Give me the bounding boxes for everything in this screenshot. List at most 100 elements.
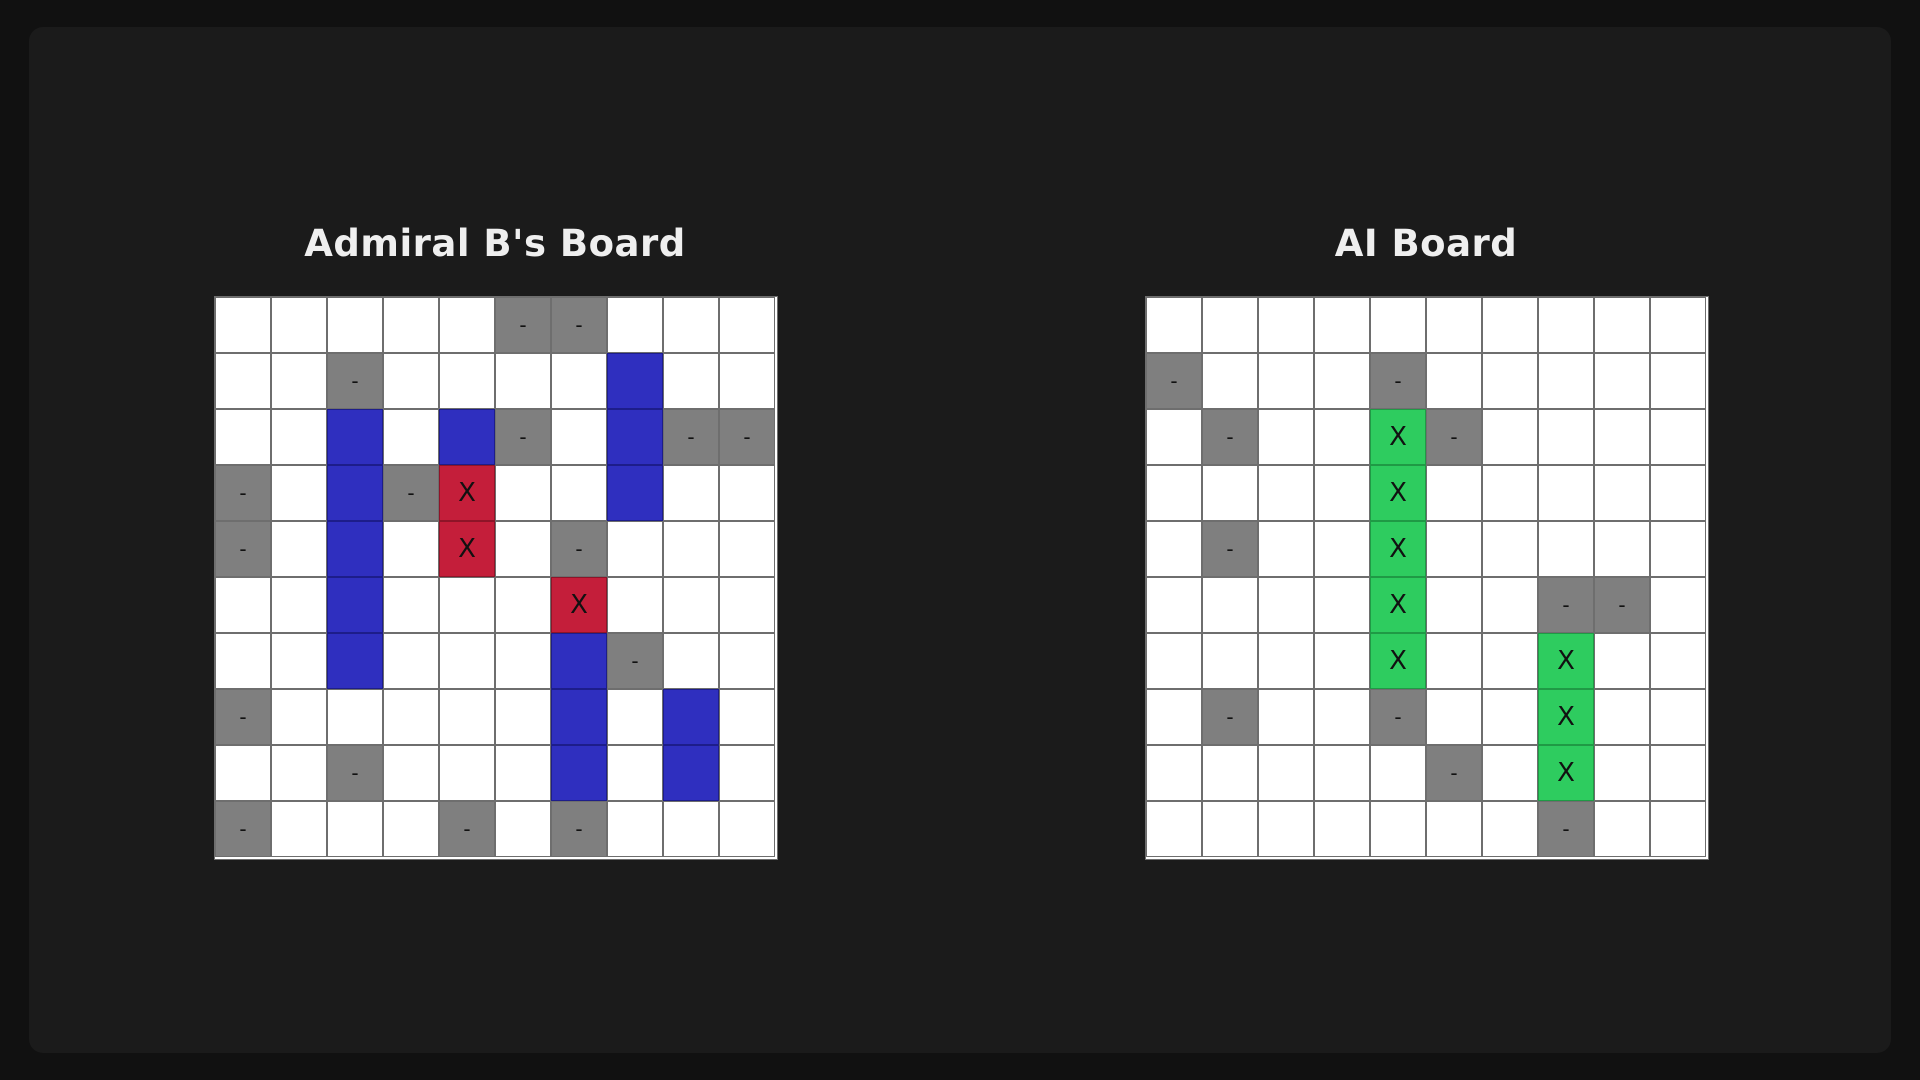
ai-cell-G4-empty[interactable] bbox=[1314, 633, 1370, 689]
player-cell-E5-hit[interactable]: X bbox=[439, 521, 495, 577]
player-cell-J3-empty[interactable] bbox=[327, 801, 383, 857]
ai-cell-J8-miss[interactable]: - bbox=[1538, 801, 1594, 857]
player-cell-D5-hit[interactable]: X bbox=[439, 465, 495, 521]
player-cell-E9-empty[interactable] bbox=[663, 521, 719, 577]
ai-cell-E2-miss[interactable]: - bbox=[1202, 521, 1258, 577]
player-cell-D8-ship[interactable] bbox=[607, 465, 663, 521]
ai-cell-F9-miss[interactable]: - bbox=[1594, 577, 1650, 633]
player-cell-B10-empty[interactable] bbox=[719, 353, 775, 409]
ai-cell-I5-empty[interactable] bbox=[1370, 745, 1426, 801]
player-cell-I10-empty[interactable] bbox=[719, 745, 775, 801]
ai-cell-E7-empty[interactable] bbox=[1482, 521, 1538, 577]
player-cell-I1-empty[interactable] bbox=[215, 745, 271, 801]
player-cell-E1-miss[interactable]: - bbox=[215, 521, 271, 577]
ai-cell-F3-empty[interactable] bbox=[1258, 577, 1314, 633]
ai-cell-A10-empty[interactable] bbox=[1650, 297, 1706, 353]
ai-cell-J2-empty[interactable] bbox=[1202, 801, 1258, 857]
player-cell-I5-empty[interactable] bbox=[439, 745, 495, 801]
ai-cell-B4-empty[interactable] bbox=[1314, 353, 1370, 409]
ai-cell-J10-empty[interactable] bbox=[1650, 801, 1706, 857]
ai-cell-A1-empty[interactable] bbox=[1146, 297, 1202, 353]
ai-cell-B10-empty[interactable] bbox=[1650, 353, 1706, 409]
ai-cell-B5-miss[interactable]: - bbox=[1370, 353, 1426, 409]
player-cell-A3-empty[interactable] bbox=[327, 297, 383, 353]
ai-cell-F2-empty[interactable] bbox=[1202, 577, 1258, 633]
ai-cell-I9-empty[interactable] bbox=[1594, 745, 1650, 801]
ai-cell-I2-empty[interactable] bbox=[1202, 745, 1258, 801]
player-cell-I8-empty[interactable] bbox=[607, 745, 663, 801]
ai-cell-C2-miss[interactable]: - bbox=[1202, 409, 1258, 465]
player-cell-G7-ship[interactable] bbox=[551, 633, 607, 689]
player-cell-C8-ship[interactable] bbox=[607, 409, 663, 465]
ai-cell-A3-empty[interactable] bbox=[1258, 297, 1314, 353]
ai-cell-B6-empty[interactable] bbox=[1426, 353, 1482, 409]
ai-cell-D6-empty[interactable] bbox=[1426, 465, 1482, 521]
ai-cell-J6-empty[interactable] bbox=[1426, 801, 1482, 857]
player-cell-G5-empty[interactable] bbox=[439, 633, 495, 689]
player-cell-A4-empty[interactable] bbox=[383, 297, 439, 353]
player-cell-H5-empty[interactable] bbox=[439, 689, 495, 745]
ai-cell-C8-empty[interactable] bbox=[1538, 409, 1594, 465]
ai-cell-J3-empty[interactable] bbox=[1258, 801, 1314, 857]
ai-cell-E4-empty[interactable] bbox=[1314, 521, 1370, 577]
ai-cell-B7-empty[interactable] bbox=[1482, 353, 1538, 409]
ai-cell-B3-empty[interactable] bbox=[1258, 353, 1314, 409]
ai-cell-H7-empty[interactable] bbox=[1482, 689, 1538, 745]
ai-cell-F4-empty[interactable] bbox=[1314, 577, 1370, 633]
player-cell-A5-empty[interactable] bbox=[439, 297, 495, 353]
player-cell-E10-empty[interactable] bbox=[719, 521, 775, 577]
player-cell-G3-ship[interactable] bbox=[327, 633, 383, 689]
ai-cell-H6-empty[interactable] bbox=[1426, 689, 1482, 745]
ai-cell-I6-miss[interactable]: - bbox=[1426, 745, 1482, 801]
ai-cell-A2-empty[interactable] bbox=[1202, 297, 1258, 353]
ai-cell-F6-empty[interactable] bbox=[1426, 577, 1482, 633]
player-cell-J2-empty[interactable] bbox=[271, 801, 327, 857]
player-cell-C3-ship[interactable] bbox=[327, 409, 383, 465]
player-cell-B6-empty[interactable] bbox=[495, 353, 551, 409]
ai-cell-H2-miss[interactable]: - bbox=[1202, 689, 1258, 745]
ai-cell-G2-empty[interactable] bbox=[1202, 633, 1258, 689]
ai-cell-C3-empty[interactable] bbox=[1258, 409, 1314, 465]
player-cell-D4-miss[interactable]: - bbox=[383, 465, 439, 521]
ai-cell-I8-sunk[interactable]: X bbox=[1538, 745, 1594, 801]
player-cell-J9-empty[interactable] bbox=[663, 801, 719, 857]
player-cell-F4-empty[interactable] bbox=[383, 577, 439, 633]
player-cell-C2-empty[interactable] bbox=[271, 409, 327, 465]
player-cell-G1-empty[interactable] bbox=[215, 633, 271, 689]
ai-cell-D9-empty[interactable] bbox=[1594, 465, 1650, 521]
player-cell-G10-empty[interactable] bbox=[719, 633, 775, 689]
ai-cell-A4-empty[interactable] bbox=[1314, 297, 1370, 353]
player-cell-E4-empty[interactable] bbox=[383, 521, 439, 577]
ai-cell-A5-empty[interactable] bbox=[1370, 297, 1426, 353]
player-cell-I9-ship[interactable] bbox=[663, 745, 719, 801]
player-cell-A8-empty[interactable] bbox=[607, 297, 663, 353]
ai-cell-J1-empty[interactable] bbox=[1146, 801, 1202, 857]
player-cell-H7-ship[interactable] bbox=[551, 689, 607, 745]
ai-cell-E3-empty[interactable] bbox=[1258, 521, 1314, 577]
player-cell-D10-empty[interactable] bbox=[719, 465, 775, 521]
player-cell-C1-empty[interactable] bbox=[215, 409, 271, 465]
ai-cell-G9-empty[interactable] bbox=[1594, 633, 1650, 689]
player-cell-F7-hit[interactable]: X bbox=[551, 577, 607, 633]
ai-cell-D1-empty[interactable] bbox=[1146, 465, 1202, 521]
ai-cell-J4-empty[interactable] bbox=[1314, 801, 1370, 857]
player-cell-C7-empty[interactable] bbox=[551, 409, 607, 465]
player-cell-H3-empty[interactable] bbox=[327, 689, 383, 745]
ai-cell-I1-empty[interactable] bbox=[1146, 745, 1202, 801]
ai-cell-B8-empty[interactable] bbox=[1538, 353, 1594, 409]
ai-cell-C1-empty[interactable] bbox=[1146, 409, 1202, 465]
player-cell-A1-empty[interactable] bbox=[215, 297, 271, 353]
player-cell-B5-empty[interactable] bbox=[439, 353, 495, 409]
player-cell-D9-empty[interactable] bbox=[663, 465, 719, 521]
ai-cell-C5-sunk[interactable]: X bbox=[1370, 409, 1426, 465]
player-cell-J8-empty[interactable] bbox=[607, 801, 663, 857]
player-cell-G2-empty[interactable] bbox=[271, 633, 327, 689]
ai-cell-A7-empty[interactable] bbox=[1482, 297, 1538, 353]
player-cell-H10-empty[interactable] bbox=[719, 689, 775, 745]
ai-cell-H10-empty[interactable] bbox=[1650, 689, 1706, 745]
player-cell-A2-empty[interactable] bbox=[271, 297, 327, 353]
player-cell-H1-miss[interactable]: - bbox=[215, 689, 271, 745]
ai-cell-G1-empty[interactable] bbox=[1146, 633, 1202, 689]
player-cell-A10-empty[interactable] bbox=[719, 297, 775, 353]
ai-cell-I7-empty[interactable] bbox=[1482, 745, 1538, 801]
